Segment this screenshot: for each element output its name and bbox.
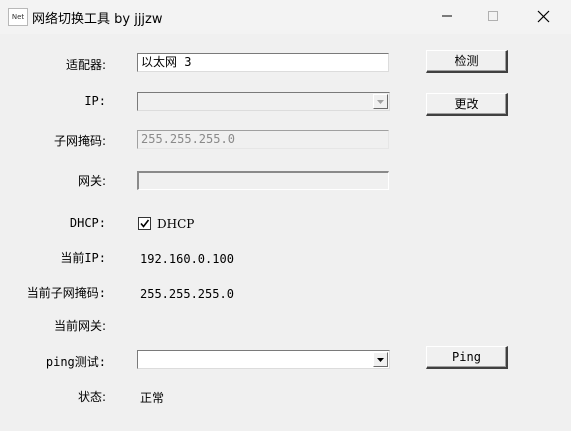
current-subnet-label: 当前子网掩码:	[26, 286, 106, 300]
current-subnet-value: 255.255.255.0	[140, 287, 234, 301]
ip-dropdown-button[interactable]	[373, 94, 388, 109]
ip-label: IP:	[84, 94, 106, 108]
ping-button[interactable]: Ping	[426, 346, 508, 369]
app-icon-text: Net	[11, 13, 25, 21]
status-value: 正常	[140, 391, 165, 405]
check-icon	[140, 219, 150, 228]
maximize-button[interactable]	[470, 0, 516, 32]
title-bar[interactable]: Net 网络切换工具 by jjjzw	[0, 0, 571, 34]
close-icon	[537, 10, 549, 22]
ping-label: ping测试:	[45, 355, 106, 369]
gateway-label: 网关:	[77, 174, 106, 188]
adapter-input[interactable]: 以太网 3	[137, 53, 389, 72]
window-title: 网络切换工具 by jjjzw	[32, 12, 163, 27]
adapter-label: 适配器:	[65, 58, 106, 72]
app-icon: Net	[8, 8, 28, 26]
dhcp-checkbox[interactable]	[138, 217, 151, 230]
maximize-icon	[488, 11, 498, 21]
dhcp-checkbox-label[interactable]: DHCP	[157, 217, 194, 231]
current-ip-value: 192.160.0.100	[140, 252, 234, 266]
ping-combobox[interactable]	[137, 350, 390, 369]
minimize-button[interactable]	[424, 0, 470, 32]
dhcp-label: DHCP:	[69, 216, 106, 230]
chevron-down-icon	[377, 357, 384, 362]
subnet-label: 子网掩码:	[53, 134, 106, 148]
ip-combobox[interactable]	[137, 92, 390, 111]
gateway-input[interactable]	[137, 171, 389, 190]
current-ip-label: 当前IP:	[60, 251, 106, 265]
status-label: 状态:	[77, 390, 106, 404]
minimize-icon	[442, 15, 452, 17]
chevron-down-icon	[377, 99, 384, 104]
close-button[interactable]	[520, 0, 566, 32]
detect-button[interactable]: 检测	[426, 50, 508, 73]
change-button[interactable]: 更改	[426, 93, 508, 116]
ping-dropdown-button[interactable]	[373, 352, 388, 367]
subnet-input[interactable]: 255.255.255.0	[137, 130, 389, 149]
current-gateway-label: 当前网关:	[53, 319, 106, 333]
